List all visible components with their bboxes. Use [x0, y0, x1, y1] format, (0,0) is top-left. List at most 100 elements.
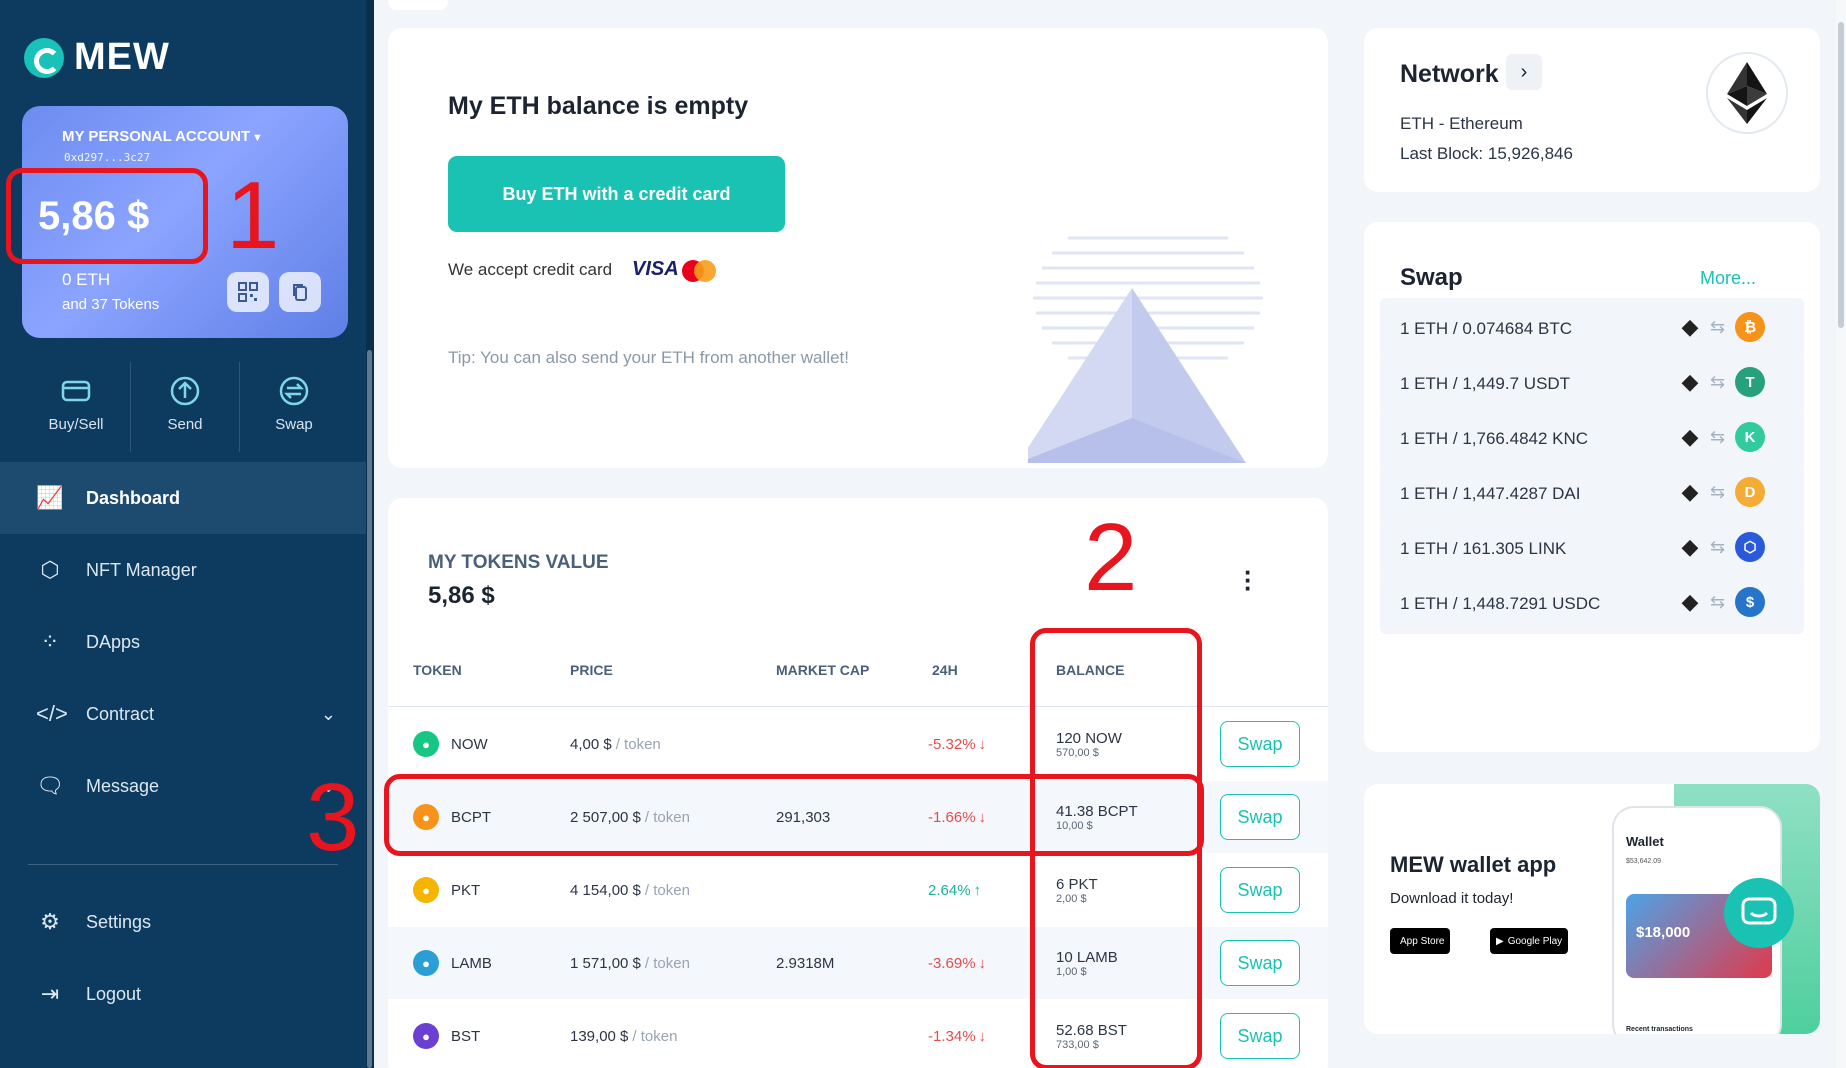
nav-message-label: Message [86, 775, 160, 796]
token-icon: ● [413, 731, 439, 757]
chat-support-button[interactable] [1724, 878, 1794, 948]
qr-code-button[interactable] [227, 272, 269, 312]
swap-title: Swap [1400, 264, 1463, 291]
swap-pair-icons: ◆ ⇆ ₿ [1680, 312, 1766, 342]
annotation-number-1: 1 [226, 162, 280, 269]
tokens-value-title: MY TOKENS VALUE [428, 552, 609, 573]
token-price: 4,00 $ [570, 735, 612, 753]
link-icon: ⬡ [1735, 532, 1766, 562]
swap-cell: Swap [1220, 927, 1300, 999]
page-scrollbar-thumb[interactable] [1838, 22, 1844, 328]
copy-address-button[interactable] [279, 272, 321, 312]
nav-logout[interactable]: ⇥ Logout [0, 958, 366, 1030]
top-tab [388, 0, 448, 10]
app-subtitle: Download it today! [1390, 890, 1514, 907]
swap-pair-row[interactable]: 1 ETH / 0.074684 BTC ◆ ⇆ ₿ [1380, 298, 1804, 359]
annotation-box-3 [384, 774, 1204, 856]
nav-logout-label: Logout [86, 983, 142, 1004]
token-swap-button[interactable]: Swap [1220, 1013, 1300, 1059]
account-address: 0xd297...3c27 [64, 151, 151, 164]
chevron-down-icon[interactable]: ⌄ [321, 704, 336, 725]
swap-pair-row[interactable]: 1 ETH / 1,449.7 USDT ◆ ⇆ T [1380, 353, 1804, 414]
sidebar-scrollbar[interactable] [366, 0, 374, 1068]
nav-dapps[interactable]: ⁘ DApps [0, 606, 366, 678]
more-options-icon[interactable]: · · · [1244, 559, 1253, 601]
mew-logo-icon [24, 37, 64, 78]
swap-cell: Swap [1220, 1000, 1300, 1068]
token-symbol: LAMB [451, 954, 492, 972]
per-token-label: / token [632, 1027, 678, 1045]
swap-pair-row[interactable]: 1 ETH / 161.305 LINK ◆ ⇆ ⬡ [1380, 518, 1804, 579]
nav-nft-label: NFT Manager [86, 559, 197, 580]
send-eth-tip: Tip: You can also send your ETH from ano… [448, 348, 849, 367]
logout-icon: ⇥ [40, 981, 60, 1006]
mastercard-icon [682, 260, 718, 282]
token-symbol: BST [451, 1027, 481, 1045]
copy-icon [293, 284, 307, 301]
eth-icon: ◆ [1681, 424, 1699, 449]
swap-pair-icons: ◆ ⇆ $ [1680, 587, 1766, 617]
token-cell: ● BST [413, 1000, 480, 1068]
page-scrollbar[interactable] [1836, 0, 1846, 1068]
buy-eth-button[interactable]: Buy ETH with a credit card [448, 156, 785, 232]
nav-contract[interactable]: </> Contract ⌄ [0, 678, 366, 750]
nav-dashboard-label: Dashboard [86, 487, 181, 508]
eth-balance-card: My ETH balance is empty Buy ETH with a c… [388, 28, 1328, 468]
token-cell: ● PKT [413, 854, 480, 926]
swap-pair-icons: ◆ ⇆ ⬡ [1680, 532, 1766, 562]
sidebar-scrollbar-thumb[interactable] [367, 350, 372, 1068]
usdt-icon: T [1735, 367, 1766, 397]
phone-wallet-title: Wallet [1626, 834, 1664, 849]
swap-arrows-icon: ⇆ [1710, 536, 1726, 557]
ethereum-icon [1706, 52, 1788, 134]
token-swap-button[interactable]: Swap [1220, 940, 1300, 986]
swap-pair-row[interactable]: 1 ETH / 1,447.4287 DAI ◆ ⇆ D [1380, 463, 1804, 524]
swap-pair-row[interactable]: 1 ETH / 1,766.4842 KNC ◆ ⇆ K [1380, 408, 1804, 469]
nav-nft-manager[interactable]: ⬡ NFT Manager [0, 534, 366, 606]
swap-action-button[interactable]: Swap [240, 362, 348, 452]
change-cell: -5.32% ↓ [928, 708, 986, 780]
network-chevron-right-icon[interactable]: › [1506, 54, 1542, 90]
swap-pair-row[interactable]: 1 ETH / 1,448.7291 USDC ◆ ⇆ $ [1380, 573, 1804, 634]
nav-dashboard[interactable]: 📈 Dashboard [0, 462, 366, 534]
col-market-cap[interactable]: MARKET CAP [776, 662, 869, 678]
eth-icon: ◆ [1681, 369, 1699, 394]
google-play-button[interactable]: ▶ Google Play [1490, 928, 1569, 954]
arrow-down-icon: ↓ [978, 954, 987, 972]
change-cell: 2.64% ↑ [928, 854, 981, 926]
swap-arrows-icon: ⇆ [1710, 591, 1726, 612]
send-button[interactable]: Send [131, 362, 240, 452]
token-swap-button[interactable]: Swap [1220, 794, 1300, 840]
token-swap-button[interactable]: Swap [1220, 867, 1300, 913]
quick-actions: Buy/Sell Send Swap [22, 362, 348, 452]
swap-cell: Swap [1220, 854, 1300, 926]
token-change: -1.34% [928, 1027, 976, 1045]
eth-balance-title: My ETH balance is empty [448, 92, 749, 120]
eth-icon: ◆ [1681, 534, 1699, 559]
send-label: Send [167, 416, 203, 433]
buy-sell-button[interactable]: Buy/Sell [22, 362, 131, 452]
swap-pair-icons: ◆ ⇆ K [1680, 422, 1766, 452]
col-price[interactable]: PRICE [570, 662, 613, 678]
price-cell: 139,00 $ / token [570, 1000, 677, 1068]
buy-sell-label: Buy/Sell [48, 416, 104, 433]
col-24h[interactable]: 24H [932, 662, 958, 678]
nav-settings[interactable]: ⚙ Settings [0, 886, 366, 958]
swap-pair-label: 1 ETH / 1,447.4287 DAI [1400, 483, 1581, 503]
nav-settings-label: Settings [86, 911, 152, 932]
token-swap-button[interactable]: Swap [1220, 721, 1300, 767]
swap-more-link[interactable]: More... [1700, 268, 1756, 289]
token-change: -5.32% [928, 735, 976, 753]
swap-cell: Swap [1220, 781, 1300, 853]
token-change: 2.64% [928, 881, 971, 899]
mew-logo[interactable]: MEW [24, 36, 170, 79]
per-token-label: / token [644, 881, 690, 899]
annotation-number-3: 3 [306, 764, 360, 871]
app-store-button[interactable]: App Store [1390, 928, 1451, 954]
swap-icon [279, 376, 309, 406]
account-name[interactable]: MY PERSONAL ACCOUNT [62, 128, 250, 145]
visa-logo: VISA [632, 258, 679, 280]
col-token[interactable]: TOKEN [413, 662, 462, 678]
account-dropdown-icon[interactable]: ▼ [252, 132, 263, 144]
card-icon [61, 380, 91, 402]
